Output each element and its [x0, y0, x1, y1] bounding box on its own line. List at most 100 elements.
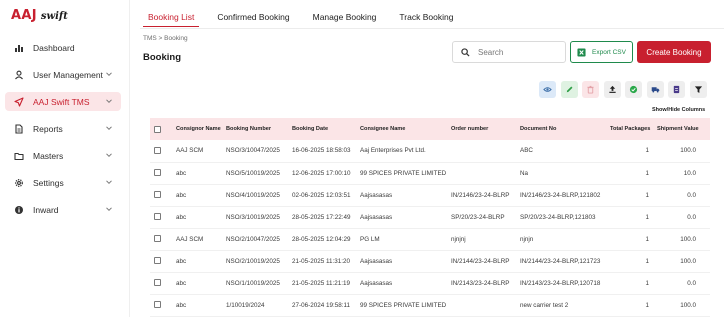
sidebar-item-label: Inward: [33, 204, 59, 215]
table-cell: NSO/1/10019/2025: [222, 272, 288, 295]
table-cell: 99 SPICES PRIVATE LIMITED: [356, 294, 447, 317]
table-cell: 10.0: [653, 162, 700, 185]
column-header-document-no[interactable]: Document No: [516, 118, 606, 140]
column-header-booking-date[interactable]: Booking Date: [288, 118, 356, 140]
row-checkbox[interactable]: [154, 301, 161, 309]
table-cell: 1: [606, 206, 653, 229]
check-circle-button[interactable]: [625, 81, 642, 98]
upload-button[interactable]: [603, 81, 621, 98]
row-select-cell: [150, 184, 172, 207]
table-row[interactable]: AAJ SCM NSO/2/10047/2025 28-05-2025 12:04:…: [150, 228, 710, 251]
row-checkbox[interactable]: [154, 235, 161, 243]
column-header-shipment-value[interactable]: Shipment Value: [653, 118, 700, 140]
column-header-order-number[interactable]: Order number: [447, 118, 516, 140]
row-spacer: [700, 250, 710, 273]
tab-track-booking[interactable]: Track Booking: [394, 7, 458, 27]
row-spacer: [700, 228, 710, 251]
table-cell: 0.0: [653, 206, 700, 229]
sidebar-item-settings[interactable]: Settings: [5, 173, 121, 192]
table-row[interactable]: abc NSO/5/10019/2025 12-06-2025 17:00:10 99…: [150, 162, 710, 185]
table-cell: Aajsasasas: [356, 272, 447, 295]
column-header-overflow: [700, 118, 710, 140]
page-title: Booking: [143, 52, 181, 63]
row-select-cell: [150, 162, 172, 185]
table-cell: 28-05-2025 17:22:49: [288, 206, 356, 229]
truck-button[interactable]: [646, 81, 664, 98]
sidebar-item-label: AAJ Swift TMS: [33, 96, 90, 107]
row-checkbox[interactable]: [154, 257, 161, 265]
create-booking-button[interactable]: Create Booking: [637, 41, 711, 63]
table-cell: njnjnj: [447, 228, 516, 251]
select-all-checkbox[interactable]: [154, 125, 161, 133]
row-checkbox[interactable]: [154, 279, 161, 287]
search-box[interactable]: [452, 41, 566, 63]
table-row[interactable]: abc NSO/4/10019/2025 02-06-2025 12:03:51 Aa…: [150, 184, 710, 207]
table-row[interactable]: abc NSO/2/10019/2025 21-05-2025 11:31:20 Aa…: [150, 250, 710, 273]
table-cell: 1/10019/2024: [222, 294, 288, 317]
file-button[interactable]: [668, 81, 685, 98]
table-cell: AAJ SCM: [172, 140, 222, 163]
tab-confirmed-booking[interactable]: Confirmed Booking: [212, 7, 294, 27]
row-checkbox[interactable]: [154, 213, 161, 221]
table-cell: IN/2146/23-24-BLRP,121802: [516, 184, 606, 207]
table-body: AAJ SCM NSO/3/10047/2025 16-06-2025 18:58:…: [150, 140, 710, 317]
search-icon: [461, 47, 470, 57]
table-cell: 1: [606, 294, 653, 317]
row-spacer: [700, 206, 710, 229]
filter-button[interactable]: [689, 81, 707, 98]
table-row[interactable]: AAJ SCM NSO/3/10047/2025 16-06-2025 18:58:…: [150, 140, 710, 163]
eye-button[interactable]: [539, 81, 556, 98]
trash-button[interactable]: [582, 81, 599, 98]
pencil-button[interactable]: [560, 81, 578, 98]
row-spacer: [700, 272, 710, 295]
chevron-down-icon: [106, 99, 112, 104]
table-row[interactable]: abc NSO/3/10019/2025 28-05-2025 17:22:49 Aa…: [150, 206, 710, 229]
sidebar-item-masters[interactable]: Masters: [5, 146, 121, 165]
column-header-consignee-name[interactable]: Consignee Name: [356, 118, 447, 140]
column-header-booking-number[interactable]: Booking Number: [222, 118, 288, 140]
trash-icon: [587, 85, 594, 94]
chevron-down-icon: [106, 126, 112, 131]
sidebar-item-inward[interactable]: Inward: [5, 200, 121, 219]
row-select-cell: [150, 228, 172, 251]
search-input[interactable]: [478, 47, 558, 57]
sidebar-item-aaj-swift-tms[interactable]: AAJ Swift TMS: [5, 92, 121, 111]
eye-icon: [543, 87, 552, 92]
show-hide-columns-link[interactable]: Show/Hide Columns: [652, 107, 705, 113]
sidebar-item-dashboard[interactable]: Dashboard: [5, 38, 121, 57]
table-cell: abc: [172, 162, 222, 185]
folder-icon: [14, 152, 24, 160]
table-cell: 0.0: [653, 272, 700, 295]
nav-icon-wrap: [14, 70, 24, 80]
export-csv-label: Export CSV: [592, 48, 626, 56]
table-cell: SP/20/23-24-BLRP,121803: [516, 206, 606, 229]
sidebar-item-user-management[interactable]: User Management: [5, 65, 121, 84]
column-header-total-packages[interactable]: Total Packages: [606, 118, 653, 140]
table-cell: NSO/2/10047/2025: [222, 228, 288, 251]
table-row[interactable]: abc NSO/1/10019/2025 21-05-2025 11:21:19 Aa…: [150, 272, 710, 295]
sidebar-item-reports[interactable]: Reports: [5, 119, 121, 138]
tab-manage-booking[interactable]: Manage Booking: [308, 7, 382, 27]
column-header-consignor-name[interactable]: Consignor Name: [172, 118, 222, 140]
row-checkbox[interactable]: [154, 169, 161, 177]
row-select-cell: [150, 272, 172, 295]
tabs-divider: [140, 28, 724, 29]
table-row[interactable]: abc 1/10019/2024 27-06-2024 19:58:11 99 SPI…: [150, 294, 710, 317]
row-checkbox[interactable]: [154, 147, 161, 155]
booking-table: Consignor Name Booking Number Booking Date…: [150, 118, 710, 317]
table-cell: 99 SPICES PRIVATE LIMITED: [356, 162, 447, 185]
table-cell: 1: [606, 184, 653, 207]
brand-logo[interactable]: AAJ swift: [11, 8, 68, 24]
table-cell: 02-06-2025 12:03:51: [288, 184, 356, 207]
table-cell: njnjn: [516, 228, 606, 251]
tab-booking-list[interactable]: Booking List: [143, 7, 200, 27]
row-action-toolbar: [539, 81, 711, 99]
sidebar-item-label: Dashboard: [33, 42, 75, 53]
table-cell: 1: [606, 162, 653, 185]
export-csv-button[interactable]: Export CSV: [570, 41, 633, 63]
table-cell: Aajsasasas: [356, 250, 447, 273]
nav-icon-wrap: [14, 96, 24, 107]
filter-icon: [694, 86, 702, 93]
row-checkbox[interactable]: [154, 191, 161, 199]
table-cell: NSO/5/10019/2025: [222, 162, 288, 185]
